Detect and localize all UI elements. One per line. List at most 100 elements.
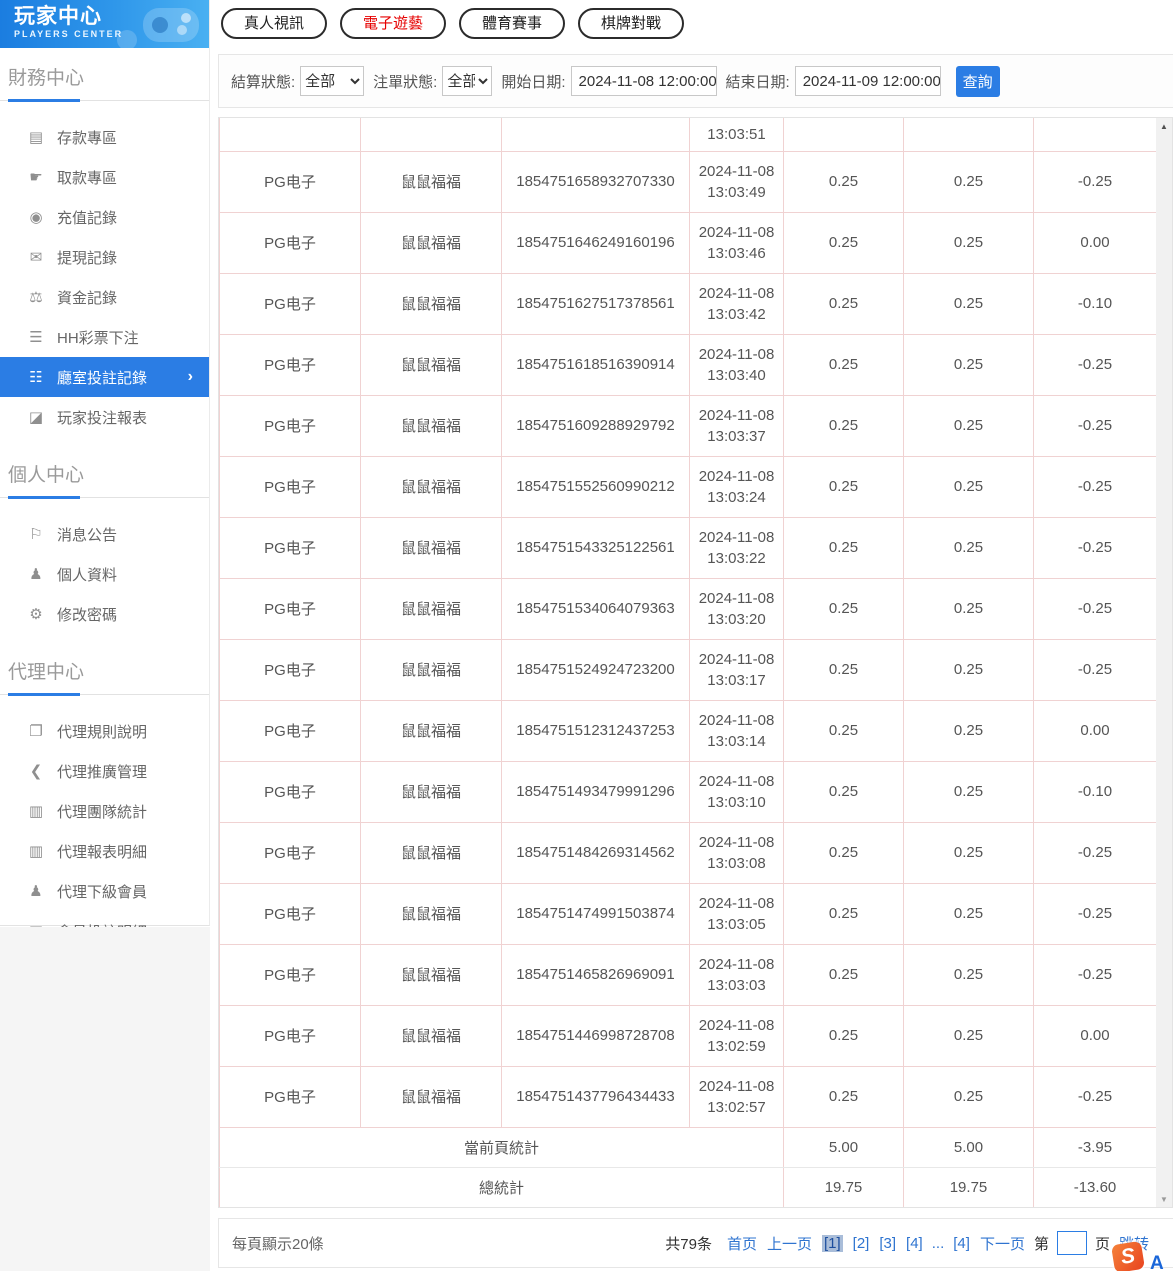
cell-bet-amount: 0.25 xyxy=(784,212,904,273)
category-tab[interactable]: 體育賽事 xyxy=(459,8,565,39)
cell-game: 鼠鼠福福 xyxy=(361,1005,502,1066)
agent-promo-share-icon: ❮ xyxy=(25,762,47,780)
sidebar-item[interactable]: ⚐ 消息公告 xyxy=(0,514,209,554)
cell-provider: PG电子 xyxy=(220,151,361,212)
table-row: PG电子 鼠鼠福福 1854751493479991296 2024-11-08… xyxy=(220,761,1157,822)
sidebar-item[interactable]: ✉ 提現記錄 xyxy=(0,237,209,277)
sidebar-item[interactable]: ▤ 存款專區 xyxy=(0,117,209,157)
cell-provider: PG电子 xyxy=(220,761,361,822)
cell-order-id: 1854751552560990212 xyxy=(502,456,690,517)
finance-menu: ▤ 存款專區 ☛ 取款專區 ◉ 充值記錄 ✉ 提現記錄 ⚖ 資金記錄 ☰ xyxy=(0,101,209,445)
cell-provider: PG电子 xyxy=(220,1066,361,1127)
category-tab[interactable]: 電子遊藝 xyxy=(340,8,446,39)
cell-provider: PG电子 xyxy=(220,1005,361,1066)
section-title-finance: 財務中心 xyxy=(0,48,209,101)
sidebar-item[interactable]: ◪ 玩家投注報表 xyxy=(0,397,209,437)
cell-time: 2024-11-08 13:03:14 xyxy=(690,700,784,761)
sidebar-item[interactable]: ☰ HH彩票下注 xyxy=(0,317,209,357)
cell-valid-bet: 0.25 xyxy=(904,578,1034,639)
cell-bet-amount: 0.25 xyxy=(784,273,904,334)
sidebar-item[interactable]: ☷ 廳室投註記錄 › xyxy=(0,357,209,397)
first-page-link[interactable]: 首页 xyxy=(727,1233,757,1254)
lottery-bet-icon: ☰ xyxy=(25,328,47,346)
cell-valid-bet: 0.25 xyxy=(904,822,1034,883)
bet-records-table-container: 13:03:51 PG电子 鼠鼠福福 1854751658932707330 2… xyxy=(218,117,1173,1208)
settle-status-select[interactable]: 全部 xyxy=(300,66,364,96)
category-tab[interactable]: 棋牌對戰 xyxy=(578,8,684,39)
ime-indicator[interactable]: S A xyxy=(1113,1243,1164,1271)
last-page-link[interactable]: [4] xyxy=(953,1235,970,1252)
page-total-winloss: -3.95 xyxy=(1034,1127,1157,1167)
scroll-up-icon[interactable]: ▲ xyxy=(1156,118,1172,134)
end-date-input[interactable] xyxy=(795,66,941,96)
cell-valid-bet: 0.25 xyxy=(904,639,1034,700)
page-number-link[interactable]: [3] xyxy=(879,1235,896,1252)
cell-winloss: -0.25 xyxy=(1034,517,1157,578)
cell-provider: PG电子 xyxy=(220,517,361,578)
cell-game: 鼠鼠福福 xyxy=(361,822,502,883)
cell-provider: PG电子 xyxy=(220,944,361,1005)
jump-page-input[interactable] xyxy=(1057,1231,1087,1255)
cell-winloss: -0.25 xyxy=(1034,1066,1157,1127)
sidebar-item[interactable]: ❐ 代理規則說明 xyxy=(0,711,209,751)
cell-valid-bet: 0.25 xyxy=(904,456,1034,517)
cell-order-id: 1854751446998728708 xyxy=(502,1005,690,1066)
page-number-link[interactable]: [4] xyxy=(906,1235,923,1252)
scroll-down-icon[interactable]: ▼ xyxy=(1156,1191,1172,1207)
order-status-select[interactable]: 全部 xyxy=(442,66,492,96)
search-button[interactable]: 查詢 xyxy=(956,66,1000,97)
page-size-text: 每頁顯示20條 xyxy=(232,1233,324,1254)
sidebar-item[interactable]: ▥ 代理團隊統計 xyxy=(0,791,209,831)
cell-bet-amount: 0.25 xyxy=(784,639,904,700)
sidebar-item[interactable]: ⚖ 資金記錄 xyxy=(0,277,209,317)
category-tabbar: 真人視訊電子遊藝體育賽事棋牌對戰 xyxy=(210,0,1173,39)
settle-status-label: 結算狀態: xyxy=(231,71,295,92)
table-scrollbar[interactable]: ▲ ▼ xyxy=(1156,118,1172,1207)
cell-provider: PG电子 xyxy=(220,212,361,273)
deposit-card-icon: ▤ xyxy=(25,128,47,146)
cell-game: 鼠鼠福福 xyxy=(361,883,502,944)
cell-order-id: 1854751493479991296 xyxy=(502,761,690,822)
cell-provider: PG电子 xyxy=(220,395,361,456)
grand-total-bet: 19.75 xyxy=(784,1167,904,1207)
cell-time: 13:03:51 xyxy=(690,118,784,151)
cell-winloss: 0.00 xyxy=(1034,1005,1157,1066)
pagination-controls: 共79条 首页 上一页 [1][2][3][4] ... [4] 下一页 第 页… xyxy=(665,1231,1154,1255)
cell-game: 鼠鼠福福 xyxy=(361,212,502,273)
sidebar-item[interactable]: ☛ 取款專區 xyxy=(0,157,209,197)
cell-time: 2024-11-08 13:03:20 xyxy=(690,578,784,639)
sidebar-item[interactable]: ♟ 代理下級會員 xyxy=(0,871,209,911)
cell-provider: PG电子 xyxy=(220,883,361,944)
page-number-links: [1] [2] [3] [4] xyxy=(817,1235,928,1252)
cell-order-id: 1854751609288929792 xyxy=(502,395,690,456)
cell-bet-amount: 0.25 xyxy=(784,883,904,944)
grand-total-valid: 19.75 xyxy=(904,1167,1034,1207)
cell-winloss: -0.10 xyxy=(1034,273,1157,334)
cell-game: 鼠鼠福福 xyxy=(361,944,502,1005)
page-number-link[interactable]: [2] xyxy=(853,1235,870,1252)
sidebar-item[interactable]: ❮ 代理推廣管理 xyxy=(0,751,209,791)
category-tab[interactable]: 真人視訊 xyxy=(221,8,327,39)
sidebar-item[interactable]: ⚙ 修改密碼 xyxy=(0,594,209,634)
cell-bet-amount: 0.25 xyxy=(784,395,904,456)
cell-bet-amount: 0.25 xyxy=(784,578,904,639)
cell-time: 2024-11-08 13:03:08 xyxy=(690,822,784,883)
cell-valid-bet xyxy=(904,118,1034,151)
sidebar-item[interactable]: ▥ 代理報表明細 xyxy=(0,831,209,871)
sidebar-item[interactable]: ♟ 個人資料 xyxy=(0,554,209,594)
cell-time: 2024-11-08 13:03:37 xyxy=(690,395,784,456)
sogou-ime-icon[interactable]: S xyxy=(1111,1241,1145,1271)
sidebar-item[interactable]: ◉ 充值記錄 xyxy=(0,197,209,237)
start-date-input[interactable] xyxy=(571,66,717,96)
cell-order-id: 1854751474991503874 xyxy=(502,883,690,944)
bet-records-table: 13:03:51 PG电子 鼠鼠福福 1854751658932707330 2… xyxy=(219,118,1157,1208)
prev-page-link[interactable]: 上一页 xyxy=(767,1233,812,1254)
cell-game: 鼠鼠福福 xyxy=(361,456,502,517)
cell-time: 2024-11-08 13:03:05 xyxy=(690,883,784,944)
next-page-link[interactable]: 下一页 xyxy=(980,1233,1025,1254)
cell-provider: PG电子 xyxy=(220,822,361,883)
cell-bet-amount: 0.25 xyxy=(784,761,904,822)
table-row: PG电子 鼠鼠福福 1854751609288929792 2024-11-08… xyxy=(220,395,1157,456)
page-number-link[interactable]: [1] xyxy=(822,1235,843,1252)
chevron-right-icon: › xyxy=(188,368,209,386)
